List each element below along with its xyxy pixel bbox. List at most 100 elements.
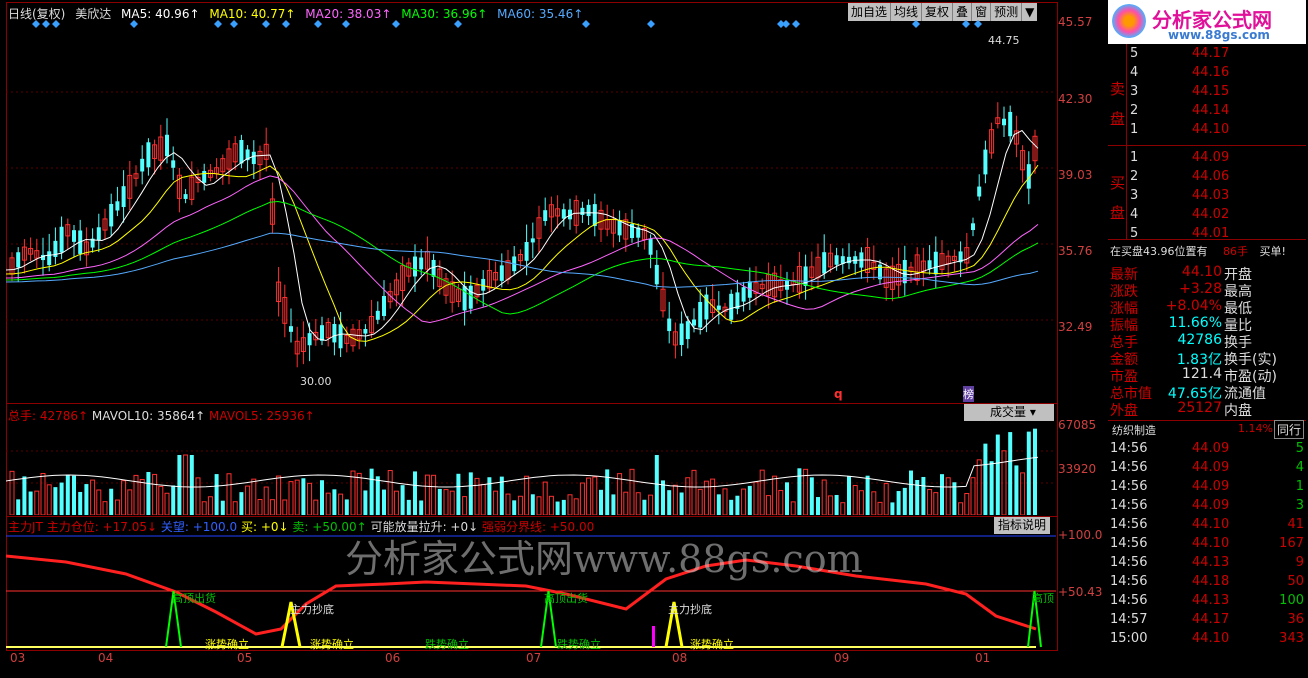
buy-row[interactable]: 2 44.06 xyxy=(1108,169,1306,187)
buy-row[interactable]: 3 44.03 xyxy=(1108,188,1306,206)
signal-diamond xyxy=(454,20,462,28)
volume-bar xyxy=(251,478,257,515)
chart-title: 日线(复权) xyxy=(8,7,66,21)
volume-bar xyxy=(785,482,789,515)
volume-bar xyxy=(536,496,542,515)
stock-name: 美欣达 xyxy=(75,7,112,21)
quote-value: +8.04% xyxy=(1165,298,1222,314)
price-tick-4: 35.76 xyxy=(1058,244,1093,258)
volume-chart[interactable] xyxy=(6,421,1056,515)
tick-time: 14:56 xyxy=(1110,441,1148,456)
marker-bang: 榜 xyxy=(963,386,974,402)
volume-bar xyxy=(865,475,870,515)
volume-bar xyxy=(34,490,40,515)
volume-bar xyxy=(146,471,151,515)
volume-bar xyxy=(474,477,480,515)
x-label-05: 05 xyxy=(237,651,253,665)
candle-body xyxy=(375,310,380,320)
volume-bar xyxy=(834,494,839,515)
volume-bar xyxy=(512,500,517,515)
annot-6: 主力抄底 xyxy=(668,603,712,616)
candle-body xyxy=(586,204,591,217)
dropdown-icon[interactable]: ▼ xyxy=(1022,3,1037,21)
buy-price: 44.01 xyxy=(1192,226,1230,241)
tick-volume: 3 xyxy=(1295,498,1304,513)
volume-select[interactable]: 成交量 ▾ xyxy=(964,404,1054,421)
price-tick-2: 42.30 xyxy=(1058,92,1093,106)
volume-bar xyxy=(282,499,288,515)
tick-row: 14:56 44.09 4 xyxy=(1108,460,1306,478)
volume-bar xyxy=(276,475,282,515)
vol-tick-2: 33920 xyxy=(1058,462,1097,476)
volume-bar xyxy=(480,484,486,515)
ind-name: 主力JT xyxy=(8,520,43,534)
buy-row[interactable]: 1 44.09 xyxy=(1108,150,1306,168)
volume-bar xyxy=(1008,432,1013,515)
tick-volume: 50 xyxy=(1287,574,1304,589)
candle-body xyxy=(289,326,293,332)
buy-row[interactable]: 5 44.01 xyxy=(1108,226,1306,244)
overlay-button[interactable]: 叠 xyxy=(953,3,973,21)
sell-row[interactable]: 3 44.15 xyxy=(1108,84,1306,102)
volume-bar xyxy=(729,499,734,515)
sell-row[interactable]: 1 44.10 xyxy=(1108,122,1306,140)
low-mark: 30.00 xyxy=(300,375,332,388)
candle-body xyxy=(654,264,659,285)
volume-bar xyxy=(790,501,796,515)
volume-bar xyxy=(121,480,127,515)
quote-row: 最新 44.10 开盘 xyxy=(1108,264,1306,283)
candle-body xyxy=(592,204,597,227)
sell-price: 44.14 xyxy=(1192,103,1230,118)
candle-body xyxy=(692,319,696,326)
price-tick-1: 45.57 xyxy=(1058,15,1093,29)
sell-row[interactable]: 5 44.17 xyxy=(1108,46,1306,64)
buy-row[interactable]: 4 44.02 xyxy=(1108,207,1306,225)
sell-row[interactable]: 2 44.14 xyxy=(1108,103,1306,121)
sell-level: 1 xyxy=(1130,122,1139,137)
forecast-button[interactable]: 预测 xyxy=(991,3,1023,21)
volume-bar xyxy=(847,475,851,515)
sell-price: 44.17 xyxy=(1192,46,1230,61)
annot-2: 主力抄底 xyxy=(290,603,334,616)
volume-bar xyxy=(716,494,721,515)
volume-bar xyxy=(902,487,907,515)
sell-row[interactable]: 4 44.16 xyxy=(1108,65,1306,83)
tick-time: 14:57 xyxy=(1110,612,1148,627)
candlestick-chart[interactable] xyxy=(6,20,1056,400)
volume-bar xyxy=(189,455,194,515)
watermark: 分析家公式网www.88gs.com xyxy=(345,537,863,581)
ma-button[interactable]: 均线 xyxy=(891,3,923,21)
ind-kongwang: 关望: +100.0 xyxy=(160,520,238,534)
tick-volume: 4 xyxy=(1295,460,1304,475)
volume-bar xyxy=(735,495,740,515)
peer-button[interactable]: 同行 xyxy=(1274,420,1305,439)
tick-price: 44.13 xyxy=(1192,555,1230,570)
volume-bar xyxy=(226,473,232,515)
order-status-btn[interactable]: 买单! xyxy=(1260,245,1286,258)
volume-bar xyxy=(22,476,27,515)
candle-body xyxy=(96,227,101,241)
volume-bar xyxy=(586,477,592,515)
signal-diamond xyxy=(130,20,138,28)
sell-level: 5 xyxy=(1130,46,1139,61)
buy-price: 44.02 xyxy=(1192,207,1230,222)
annot-7: 涨势确立 xyxy=(310,638,354,651)
volume-bar xyxy=(382,489,386,515)
ma20-label: MA20: 38.03↑ xyxy=(305,7,392,21)
volume-bar xyxy=(548,495,554,515)
volume-bar xyxy=(413,471,417,515)
candle-body xyxy=(183,194,188,199)
x-label-01: 01 xyxy=(975,651,991,665)
window-button[interactable]: 窗 xyxy=(972,3,992,21)
volume-bar xyxy=(858,490,864,515)
buy-price: 44.03 xyxy=(1192,188,1230,203)
add-favorite-button[interactable]: 加自选 xyxy=(848,3,892,21)
volume-bar xyxy=(493,490,499,515)
ma60-label: MA60: 35.46↑ xyxy=(497,7,584,21)
order-status: 在买盘43.96位置有 86手 买单! xyxy=(1110,243,1306,259)
ind-buy: 买: +0↓ xyxy=(240,520,289,534)
adjust-button[interactable]: 复权 xyxy=(922,3,954,21)
volume-bar xyxy=(294,479,300,515)
indicator-help-button[interactable]: 指标说明 xyxy=(994,517,1050,534)
volume-bar xyxy=(313,499,319,515)
